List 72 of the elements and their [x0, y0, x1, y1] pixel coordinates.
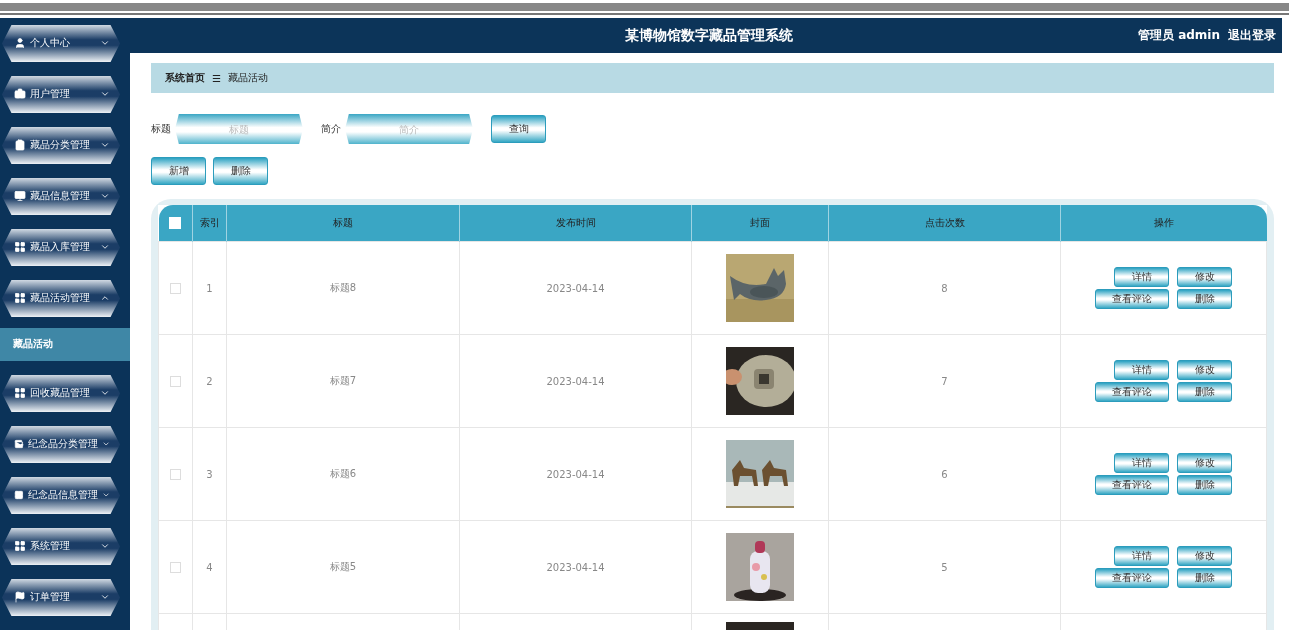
- toolbar-button[interactable]: 删除: [213, 157, 268, 185]
- column-header: 点击次数: [828, 205, 1061, 242]
- breadcrumb-home[interactable]: 系统首页: [165, 71, 205, 85]
- sidebar-item[interactable]: 藏品分类管理: [2, 126, 120, 164]
- table-cell: 7: [828, 334, 1061, 428]
- action-button[interactable]: 修改: [1177, 546, 1232, 566]
- breadcrumb-separator: ☰: [212, 72, 221, 84]
- column-header: 索引: [192, 205, 227, 242]
- action-button[interactable]: 查看评论: [1095, 289, 1169, 309]
- column-header: 发布时间: [459, 205, 692, 242]
- table-cell: 2023-04-14: [459, 427, 692, 521]
- app-title: 某博物馆数字藏品管理系统: [624, 26, 794, 45]
- action-button[interactable]: 查看评论: [1095, 568, 1169, 588]
- logout-link[interactable]: 退出登录: [1228, 27, 1276, 44]
- action-button[interactable]: 修改: [1177, 267, 1232, 287]
- table-cell: 5: [828, 520, 1061, 614]
- table-cell: 4: [192, 520, 227, 614]
- breadcrumb-current: 藏品活动: [227, 71, 268, 85]
- sidebar-item[interactable]: 纪念品分类管理: [2, 426, 120, 463]
- monitor-icon: [14, 190, 26, 203]
- column-header: 操作: [1060, 205, 1267, 242]
- clipboard-icon: [14, 139, 26, 152]
- table-cell: 2: [192, 334, 227, 428]
- sidebar-item[interactable]: 系统管理: [2, 527, 120, 565]
- action-button[interactable]: 删除: [1177, 568, 1232, 588]
- sidebar-subitem[interactable]: 藏品活动: [0, 327, 130, 361]
- sidebar-item[interactable]: 回收藏品管理: [2, 375, 120, 412]
- toolbar-button[interactable]: 新增: [151, 157, 206, 185]
- column-header: 封面: [691, 205, 829, 242]
- flag-icon: [14, 591, 26, 604]
- action-button[interactable]: 详情: [1114, 453, 1169, 473]
- sidebar-item[interactable]: 用户管理: [2, 76, 120, 113]
- action-button[interactable]: 详情: [1114, 546, 1169, 566]
- user-label: 管理员 admin: [1137, 27, 1220, 44]
- wallet-icon: [14, 438, 24, 451]
- field-label: 简介: [321, 122, 341, 136]
- row-checkbox[interactable]: [170, 468, 181, 480]
- sidebar-item[interactable]: 纪念品信息管理: [2, 476, 120, 514]
- table-cell: 8: [828, 241, 1061, 335]
- action-button[interactable]: 删除: [1177, 475, 1232, 495]
- sidebar-item[interactable]: 订单管理: [2, 578, 120, 616]
- row-checkbox[interactable]: [170, 375, 181, 387]
- sidebar-item[interactable]: 藏品信息管理: [2, 177, 120, 215]
- field-label: 标题: [151, 122, 171, 136]
- action-button[interactable]: 删除: [1177, 382, 1232, 402]
- table-cell: 1: [192, 241, 227, 335]
- action-button[interactable]: 详情: [1114, 267, 1169, 287]
- sidebar-item[interactable]: 藏品入库管理: [2, 228, 120, 266]
- sidebar-item[interactable]: 藏品活动管理: [2, 279, 120, 317]
- table-cell: 6: [828, 427, 1061, 521]
- table-cell: 标题6: [226, 427, 460, 521]
- table-cell: 3: [192, 427, 227, 521]
- user-icon: [14, 37, 26, 50]
- action-button[interactable]: 查看评论: [1095, 475, 1169, 495]
- select-all-checkbox[interactable]: [169, 217, 182, 229]
- action-button[interactable]: 查看评论: [1095, 382, 1169, 402]
- column-header: 标题: [226, 205, 460, 242]
- action-button[interactable]: 修改: [1177, 360, 1232, 380]
- table-cell: 标题7: [226, 334, 460, 428]
- action-button[interactable]: 修改: [1177, 453, 1232, 473]
- row-checkbox[interactable]: [170, 561, 181, 573]
- table-cell: 2023-04-14: [459, 334, 692, 428]
- row-checkbox[interactable]: [170, 282, 181, 294]
- sidebar-item[interactable]: 个人中心: [2, 25, 120, 62]
- action-button[interactable]: 详情: [1114, 360, 1169, 380]
- briefcase-icon: [14, 88, 26, 101]
- action-button[interactable]: 删除: [1177, 289, 1232, 309]
- search-button[interactable]: 查询: [491, 115, 546, 143]
- table-cell: 标题8: [226, 241, 460, 335]
- table-cell: 2023-04-14: [459, 520, 692, 614]
- table-cell: 2023-04-14: [459, 241, 692, 335]
- table-cell: 标题5: [226, 520, 460, 614]
